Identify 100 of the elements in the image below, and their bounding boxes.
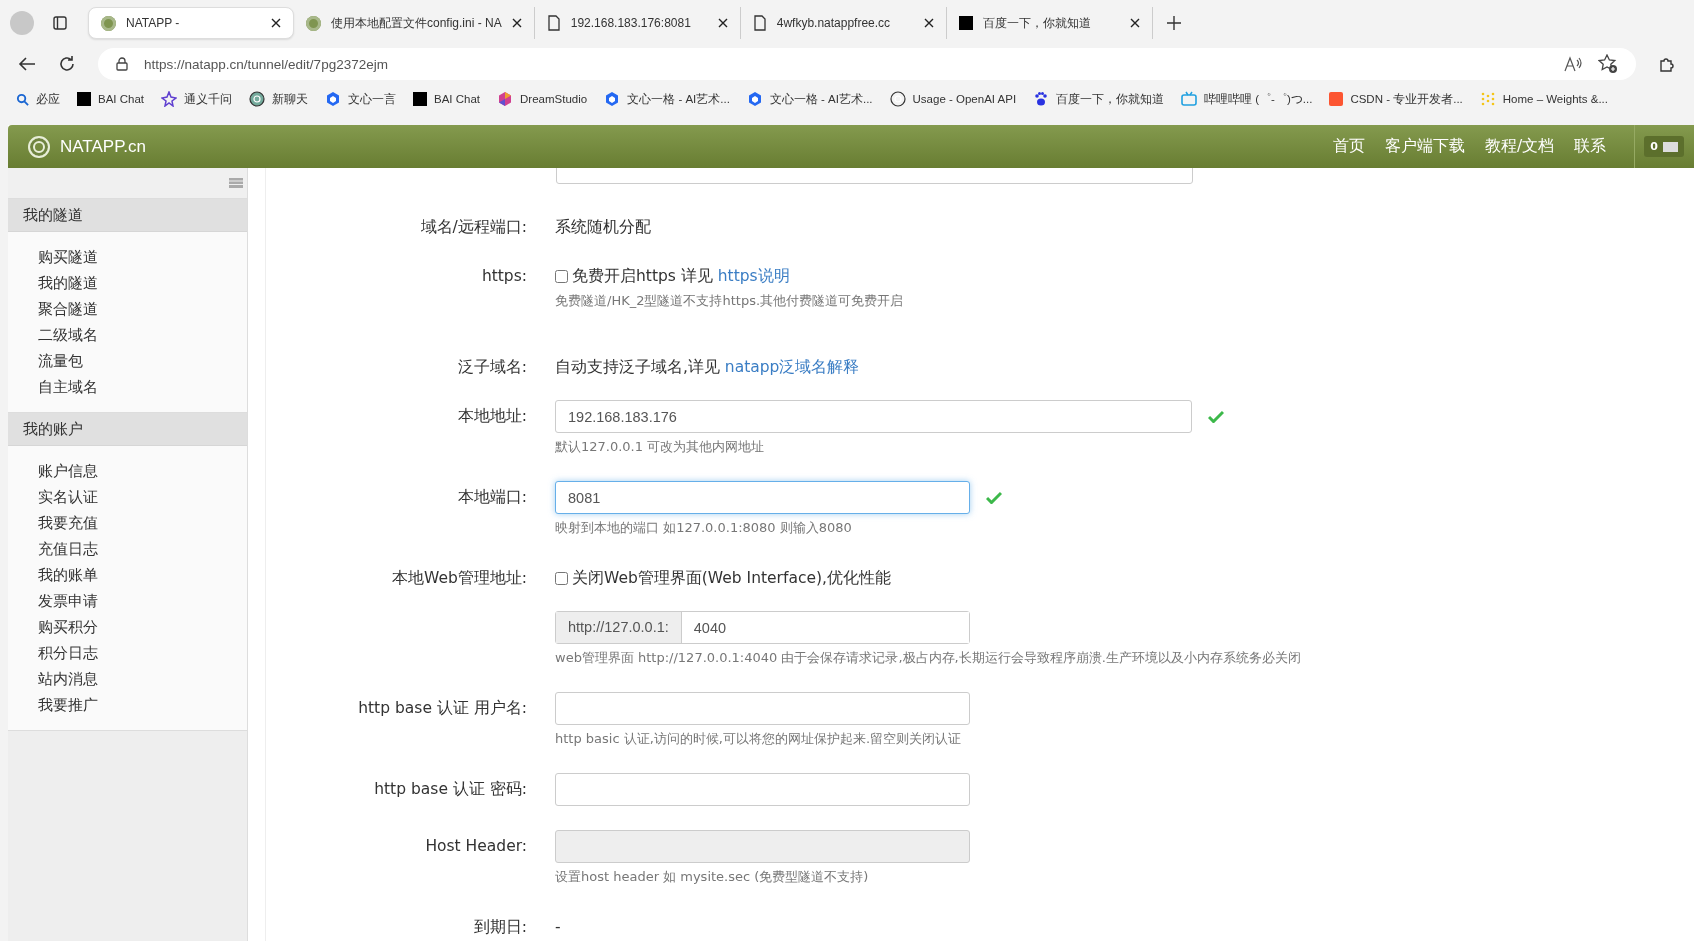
close-icon[interactable] (717, 18, 728, 28)
sidebar-item[interactable]: 我的账单 (38, 562, 247, 588)
reload-icon[interactable] (58, 55, 76, 73)
sidebar-item[interactable]: 购买隧道 (38, 244, 247, 270)
checkbox[interactable] (555, 269, 568, 283)
browser-tab[interactable]: 192.168.183.176:8081 (534, 7, 741, 39)
sidebar-item[interactable]: 聚合隧道 (38, 296, 247, 322)
sidebar-item[interactable]: 我要推广 (38, 692, 247, 718)
spiral-icon (101, 15, 116, 31)
help-text: 映射到本地的端口 如127.0.0.1:8080 则输入8080 (555, 519, 853, 537)
hexagon-icon (325, 91, 342, 107)
bookmark-link[interactable]: 文心一格 - AI艺术... (627, 91, 730, 107)
address-bar[interactable]: https://natapp.cn/tunnel/edit/7pg2372ejm (98, 48, 1636, 80)
field-value: 自动支持泛子域名,详见 natapp泛域名解释 (555, 358, 860, 376)
square-icon (958, 16, 973, 30)
bookmark-link[interactable]: 文心一格 - AI艺术... (769, 91, 873, 107)
help-text: web管理界面 http://127.0.0.1:4040 由于会保存请求记录,极占内存,长期运行会导致程序崩溃.生产环境以及小内存系统务必关闭 (555, 649, 1302, 667)
sidebar-section-header[interactable]: 我的隧道 (8, 199, 247, 232)
sidebar-item[interactable]: 自主域名 (38, 374, 247, 400)
browser-tab[interactable]: 4wfkyb.natappfree.cc (740, 7, 947, 39)
sidebar-item[interactable]: 二级域名 (38, 322, 247, 348)
square-icon (1329, 92, 1344, 106)
browser-tab[interactable]: 百度一下，你就知道 (946, 7, 1153, 39)
site-logo-text[interactable]: NATAPP.cn (60, 136, 146, 157)
star-icon (161, 91, 178, 107)
back-icon[interactable] (18, 56, 36, 72)
nav-link[interactable]: 客户端下载 (1385, 136, 1466, 157)
sidebar-item[interactable]: 我要充值 (38, 510, 247, 536)
new-tab-icon[interactable] (1166, 16, 1181, 30)
sidebar-item[interactable]: 账户信息 (38, 458, 247, 484)
tv-icon (1181, 91, 1198, 107)
input-field[interactable]: http://127.0.0.1: 4040 (555, 611, 970, 644)
bookmark-link[interactable]: CSDN - 专业开发者... (1350, 91, 1463, 107)
bookmark-link[interactable]: 必应 (36, 91, 60, 107)
field-label: 到期日: (473, 918, 527, 936)
bookmark-link[interactable]: 通义千问 (184, 91, 233, 107)
input-field[interactable] (555, 773, 970, 806)
bookmark-link[interactable]: DreamStudio (520, 93, 588, 105)
bookmark-link[interactable]: 新聊天 (272, 91, 309, 107)
checkbox-label: 关闭Web管理界面(Web Interface),优化性能 (572, 568, 891, 589)
sidebar-item[interactable]: 发票申请 (38, 588, 247, 614)
field-value: 系统随机分配 (555, 218, 651, 236)
browser-tab[interactable]: NATAPP - (88, 7, 294, 39)
hexagon-icon (746, 91, 763, 107)
bookmark-link[interactable]: 文心一言 (348, 91, 397, 107)
close-icon[interactable] (1129, 18, 1140, 28)
mail-badge[interactable]: 0 (1644, 136, 1684, 157)
bookmark-link[interactable]: 哔哩哔哩 (゜-゜)つ... (1204, 91, 1313, 107)
sidebar-item[interactable]: 充值日志 (38, 536, 247, 562)
field-label: 泛子域名: (457, 358, 527, 376)
url-text: https://natapp.cn/tunnel/edit/7pg2372ejm (144, 56, 388, 72)
bookmark-link[interactable]: BAI Chat (434, 93, 481, 105)
extensions-icon[interactable] (1658, 55, 1676, 73)
ring-icon (889, 91, 906, 107)
sidebar-item[interactable]: 我的隧道 (38, 270, 247, 296)
browser-tab[interactable]: 使用本地配置文件config.ini - NA (294, 7, 535, 39)
paw-icon (1033, 91, 1050, 107)
sidebar-item[interactable]: 站内消息 (38, 666, 247, 692)
field-value: - (555, 918, 561, 936)
help-text: 免费隧道/HK_2型隧道不支持https.其他付费隧道可免费开启 (555, 292, 905, 310)
sidebar-section-header[interactable]: 我的账户 (8, 413, 247, 446)
field-label: 本地地址: (457, 407, 527, 425)
ring-icon (249, 91, 266, 107)
spiral-icon (306, 15, 321, 31)
help-text: http basic 认证,访问的时候,可以将您的网址保护起来.留空则关闭认证 (555, 730, 963, 748)
close-icon[interactable] (923, 18, 934, 28)
tab-actions-icon[interactable] (52, 15, 68, 31)
input-field[interactable]: 8081 (555, 481, 970, 514)
bookmark-link[interactable]: BAI Chat (98, 93, 145, 105)
help-link[interactable]: natapp泛域名解释 (724, 358, 860, 376)
checkbox[interactable] (555, 571, 568, 585)
sidebar-item[interactable]: 积分日志 (38, 640, 247, 666)
square-icon (413, 92, 428, 106)
input-field[interactable] (555, 692, 970, 725)
close-icon[interactable] (511, 18, 522, 28)
field-label: 本地Web管理地址: (392, 569, 527, 587)
field-label: http base 认证 用户名: (358, 699, 527, 717)
field-label: http base 认证 密码: (374, 780, 527, 798)
bookmark-link[interactable]: Home – Weights &... (1502, 93, 1608, 105)
sidebar-item[interactable]: 流量包 (38, 348, 247, 374)
field-label: https: (481, 267, 527, 285)
input-field[interactable]: 192.168.183.176 (555, 400, 1192, 433)
nav-link[interactable]: 联系 (1574, 136, 1607, 157)
close-icon[interactable] (271, 18, 281, 28)
bookmark-link[interactable]: 百度一下，你就知道 (1056, 91, 1165, 107)
help-text: 设置host header 如 mysite.sec (免费型隧道不支持) (555, 868, 870, 886)
favorite-add-icon[interactable] (1598, 54, 1618, 74)
search-icon (16, 92, 29, 106)
hexagon-icon (604, 91, 621, 107)
sidebar-item[interactable]: 实名认证 (38, 484, 247, 510)
nav-link[interactable]: 教程/文档 (1485, 136, 1555, 157)
spiral-logo-icon (28, 135, 50, 158)
nav-link[interactable]: 首页 (1333, 136, 1366, 157)
square-icon (77, 92, 91, 106)
read-aloud-icon[interactable] (1564, 56, 1582, 72)
help-text: 默认127.0.0.1 可改为其他内网地址 (555, 438, 766, 456)
bookmark-link[interactable]: Usage - OpenAI API (912, 93, 1017, 105)
sidebar-item[interactable]: 购买积分 (38, 614, 247, 640)
help-link[interactable]: https说明 (717, 267, 790, 285)
field-label: 域名/远程端口: (420, 218, 527, 236)
